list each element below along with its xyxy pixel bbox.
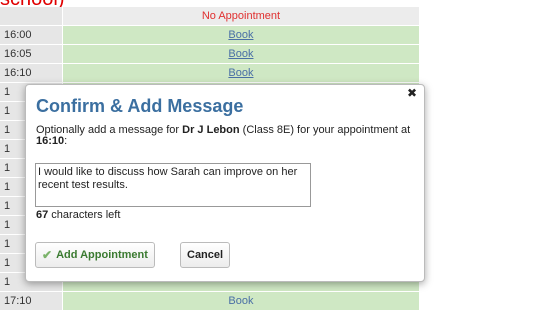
close-icon[interactable]: ✖ xyxy=(407,86,417,100)
check-icon: ✔ xyxy=(42,248,53,262)
dialog-title: Confirm & Add Message xyxy=(36,96,244,116)
cancel-button[interactable]: Cancel xyxy=(180,242,231,268)
dialog-description: Optionally add a message for Dr J Lebon … xyxy=(36,125,416,147)
characters-left: 67 characters left xyxy=(36,209,120,221)
message-textarea[interactable]: I would like to discuss how Sarah can im… xyxy=(35,163,311,207)
class-info: (Class 8E) for your appointment at xyxy=(239,124,411,136)
modal-overlay: ✖ Confirm & Add Message Optionally add a… xyxy=(0,0,546,302)
cancel-label: Cancel xyxy=(187,249,224,261)
teacher-name: Dr J Lebon xyxy=(182,124,240,136)
add-appointment-button[interactable]: ✔ Add Appointment xyxy=(35,242,155,268)
confirm-dialog: ✖ Confirm & Add Message Optionally add a… xyxy=(25,84,425,282)
appointment-time: 16:10 xyxy=(36,135,65,147)
chars-count: 67 xyxy=(36,209,49,221)
add-appointment-label: Add Appointment xyxy=(56,249,148,261)
description-suffix: : xyxy=(64,135,68,147)
chars-label: characters left xyxy=(48,209,121,221)
